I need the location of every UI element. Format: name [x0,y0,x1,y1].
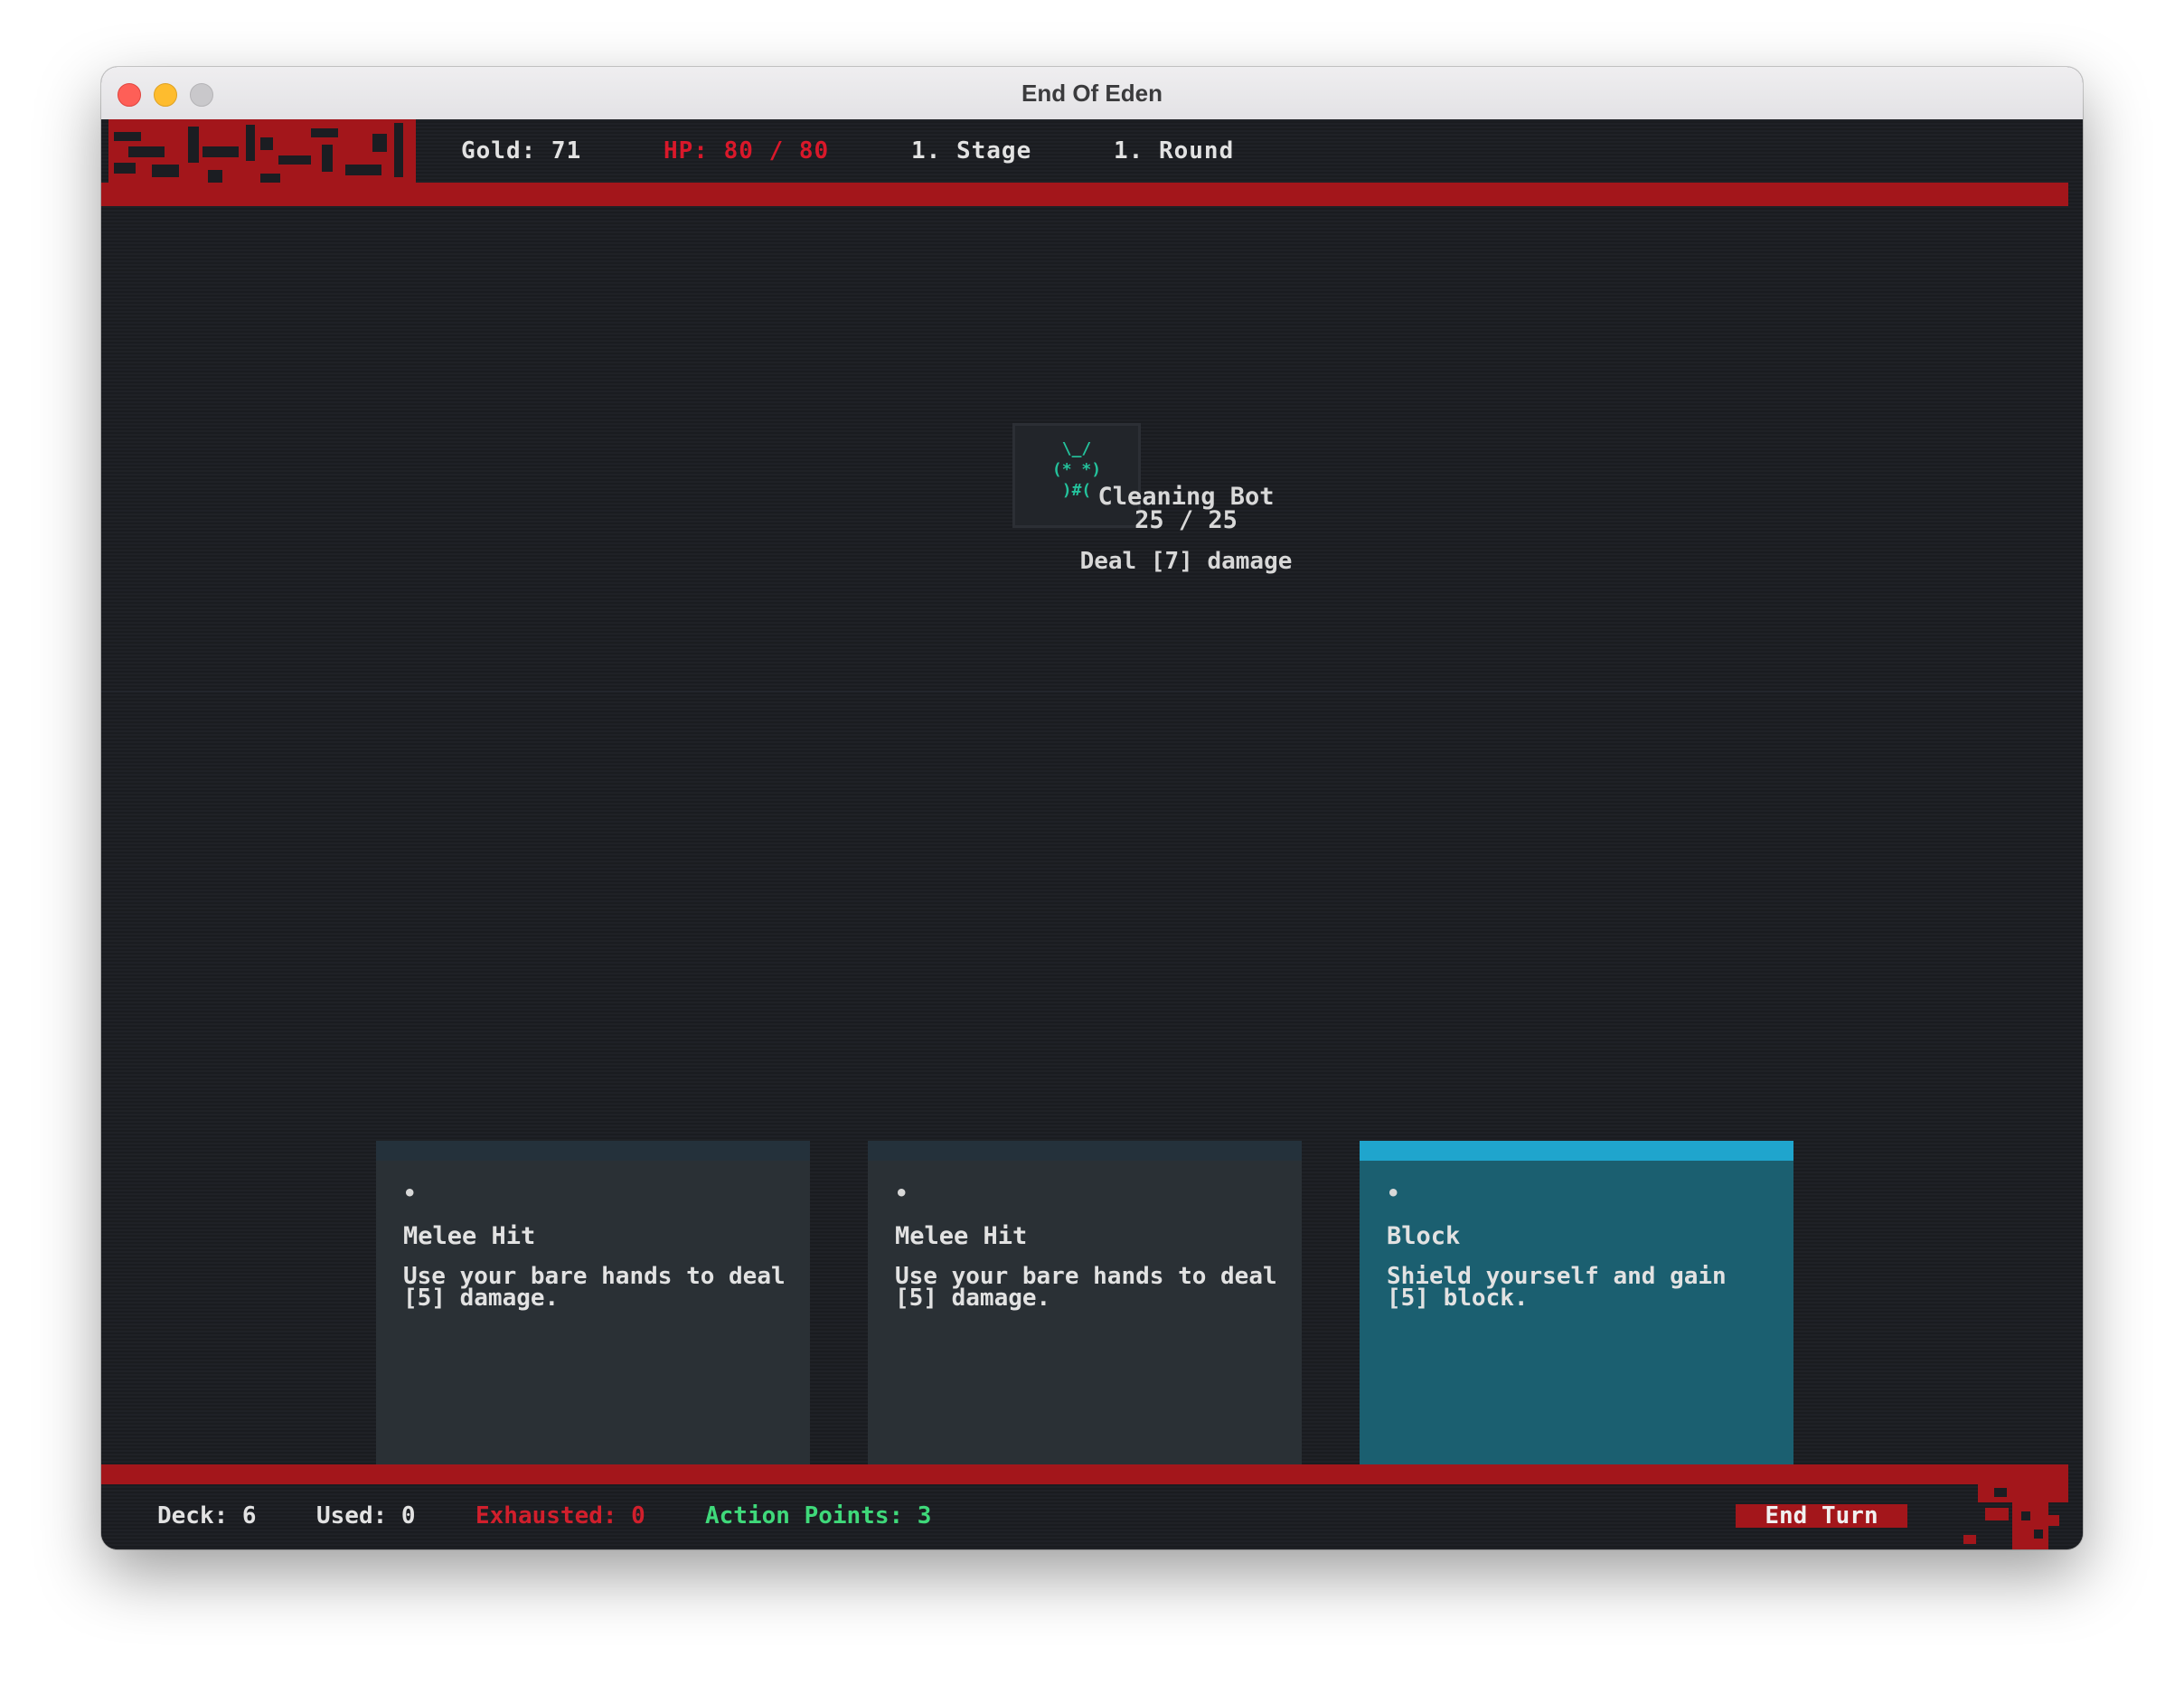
hand-card[interactable]: • Melee Hit Use your bare hands to deal … [376,1141,810,1464]
hand-card[interactable]: • Melee Hit Use your bare hands to deal … [868,1141,1302,1464]
card-description: Use your bare hands to deal [5] damage. [895,1263,1277,1312]
card-title: Melee Hit [895,1222,1028,1250]
corner-decoration [1963,1484,2068,1549]
battlefield-divider [101,691,2083,692]
hp-counter: HP: 80 / 80 [664,137,830,165]
round-indicator: 1. Round [1114,137,1235,165]
used-count: Used: 0 [316,1502,416,1530]
card-cost-dot: • [403,1181,417,1206]
action-points: Action Points: 3 [705,1502,932,1530]
card-top-stripe [868,1141,1302,1161]
app-window: End Of Eden Gold: 71 HP: 80 / 80 1. Stag… [101,67,2083,1549]
title-bar: End Of Eden [101,67,2083,120]
card-title: Melee Hit [403,1222,536,1250]
stage-indicator: 1. Stage [911,137,1032,165]
footer-divider-bar [101,1464,2068,1484]
card-cost-dot: • [1387,1181,1400,1206]
enemy-hp: 25 / 25 [1134,506,1238,534]
card-top-stripe [376,1141,810,1161]
card-title: Block [1387,1222,1461,1250]
end-turn-button[interactable]: End Turn [1736,1504,1907,1528]
deck-count: Deck: 6 [157,1502,257,1530]
enemy-intent: Deal [7] damage [1079,548,1293,575]
card-cost-dot: • [895,1181,908,1206]
window-title: End Of Eden [1021,80,1163,107]
hand-card-selected[interactable]: • Block Shield yourself and gain [5] blo… [1360,1141,1793,1464]
card-description: Shield yourself and gain [5] block. [1387,1263,1727,1312]
card-top-stripe [1360,1141,1793,1161]
header-divider-bar [101,183,2068,206]
exhausted-count: Exhausted: 0 [475,1502,645,1530]
gold-counter: Gold: 71 [461,137,582,165]
card-description: Use your bare hands to deal [5] damage. [403,1263,786,1312]
game-screen: Gold: 71 HP: 80 / 80 1. Stage 1. Round \… [101,119,2083,1549]
